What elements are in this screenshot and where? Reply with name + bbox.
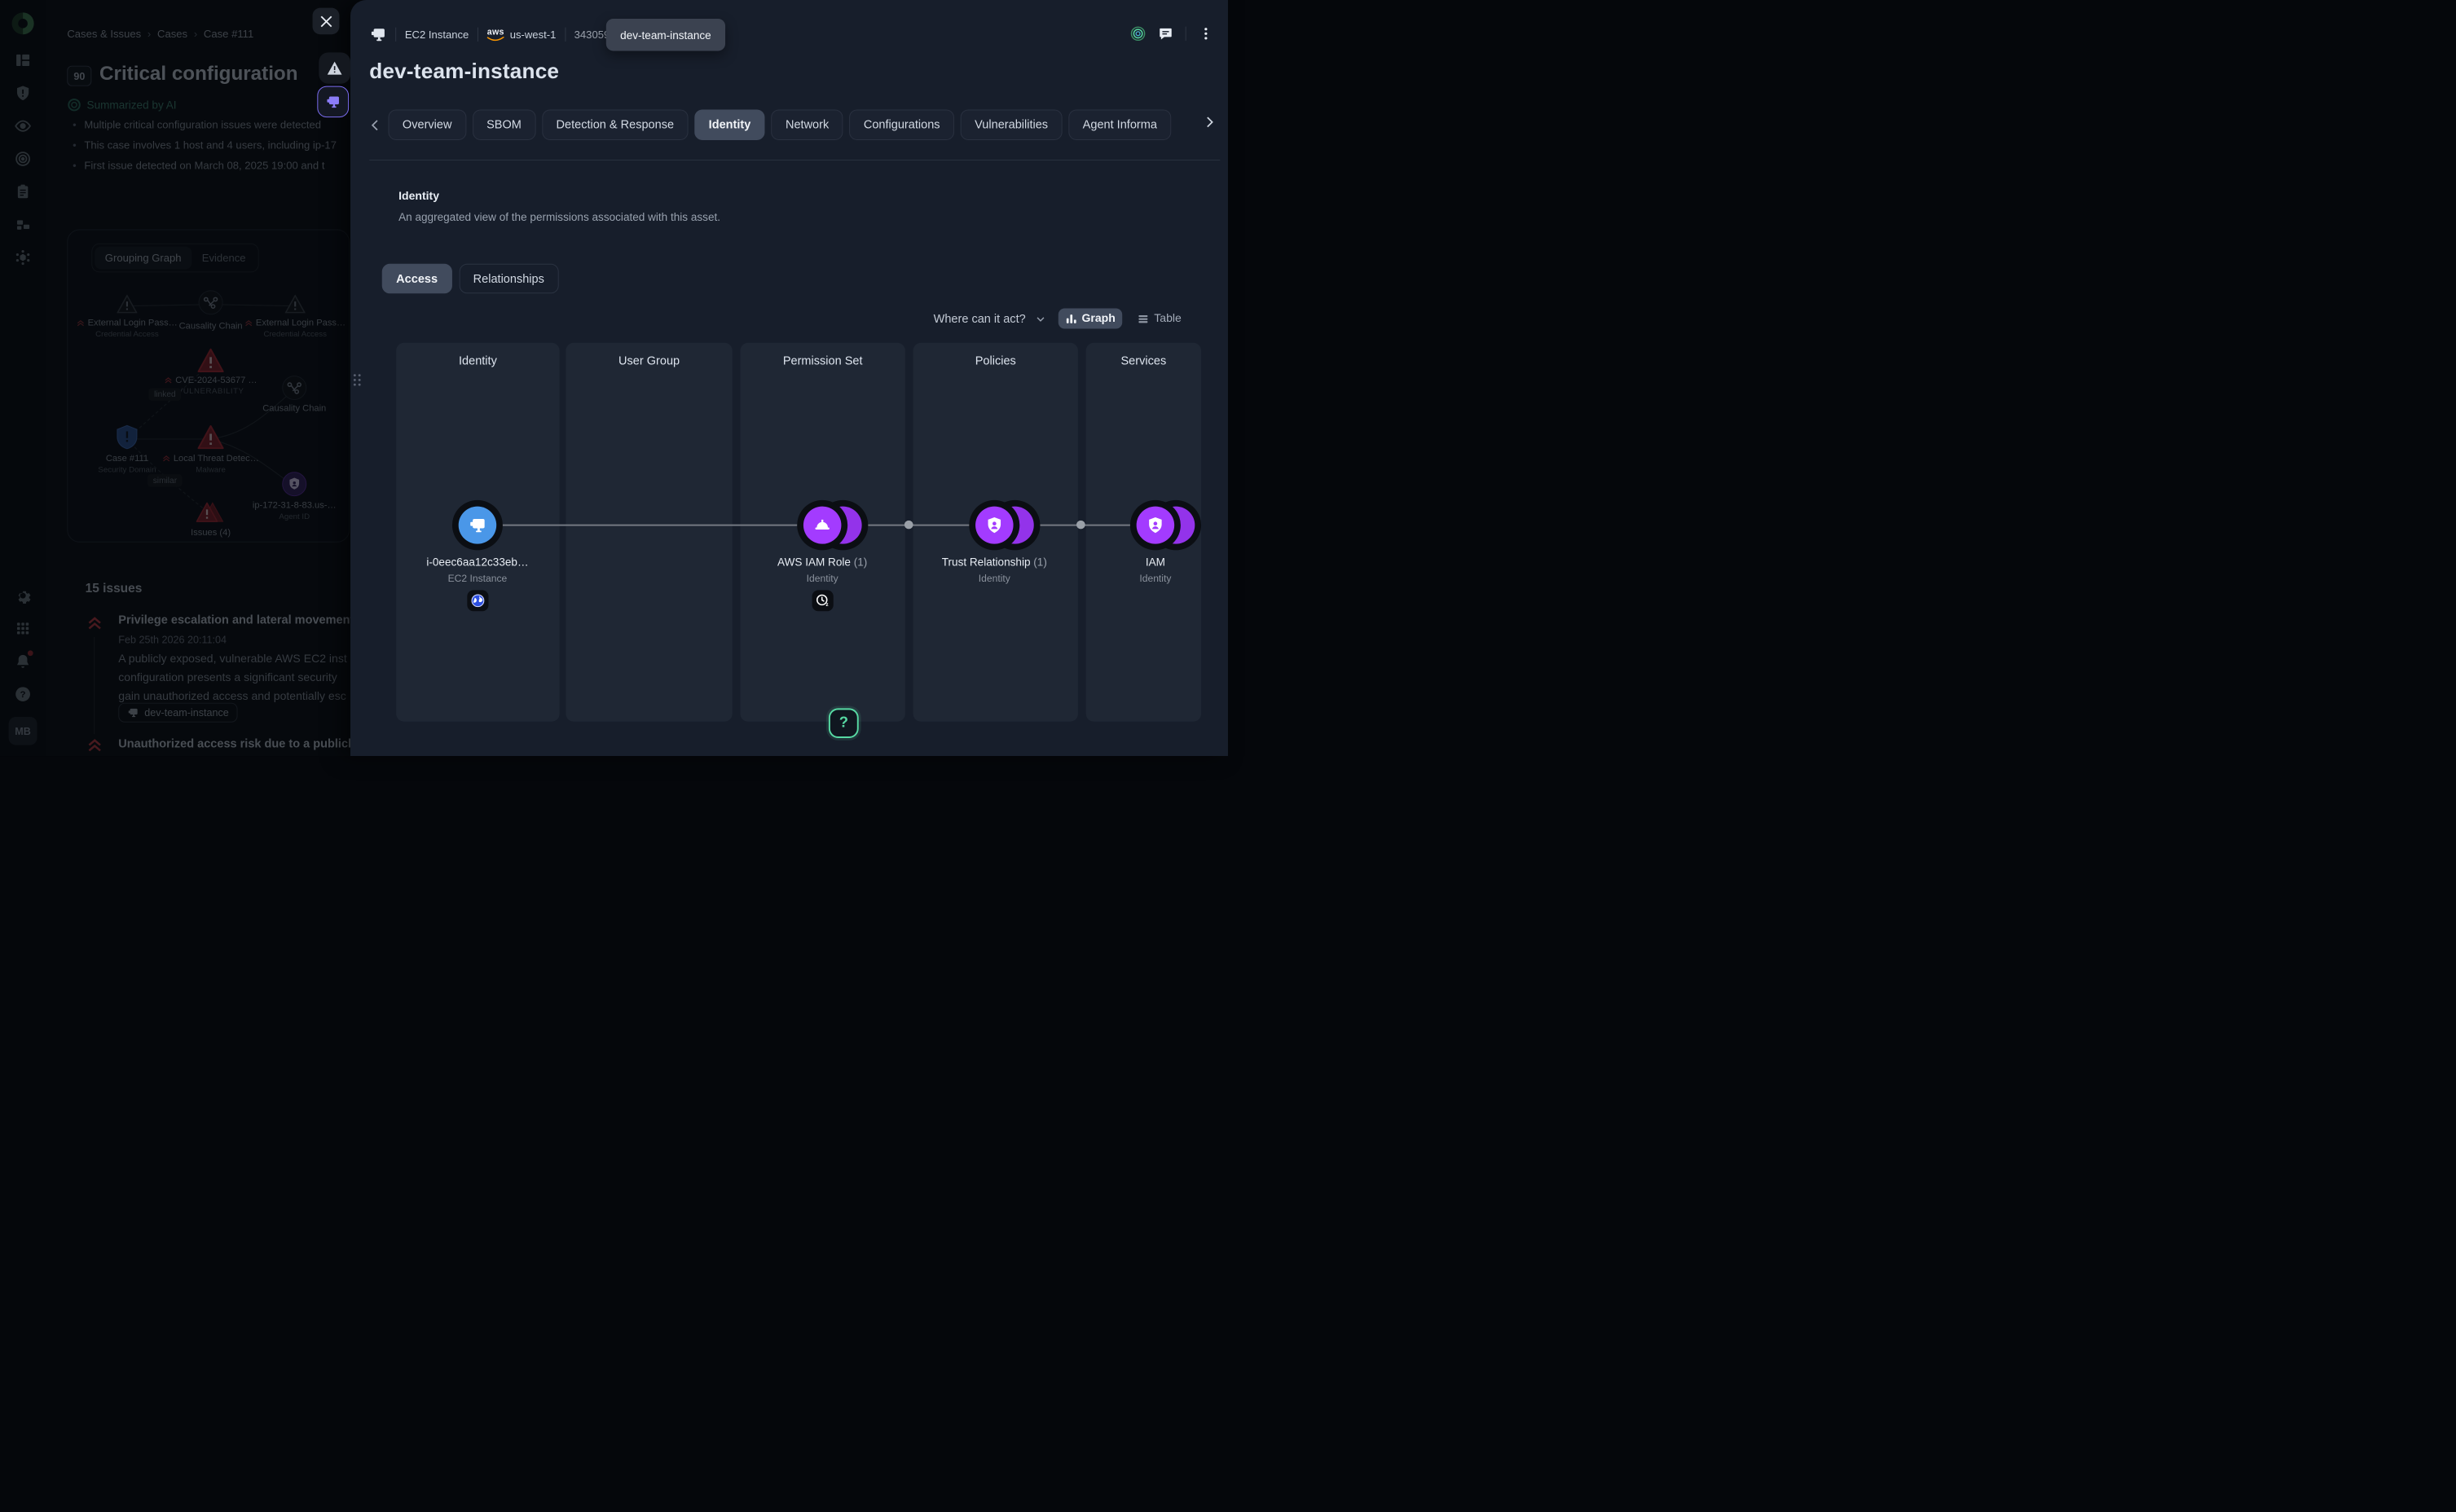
relationships-button[interactable]: Relationships [459, 264, 558, 294]
connector-dot [904, 521, 913, 530]
access-button[interactable]: Access [382, 264, 452, 294]
mode-toggle: Access Relationships [382, 264, 559, 294]
aws-logo-icon: aws [487, 28, 504, 41]
graph-view-button[interactable]: Graph [1058, 309, 1122, 329]
tab-agent-information[interactable]: Agent Informa [1068, 109, 1171, 139]
tab-sbom[interactable]: SBOM [473, 109, 536, 139]
screen: ? MB Cases & Issues › Cases › Case #111 … [0, 0, 1228, 756]
asset-detail-panel: EC2 Instance aws us-west-1 343059098 dev… [350, 0, 1228, 756]
ec2-monitor-icon [369, 26, 386, 43]
help-button[interactable]: ? [829, 708, 859, 738]
panel-header: EC2 Instance aws us-west-1 343059098 [369, 26, 627, 43]
tab-network[interactable]: Network [772, 109, 843, 139]
section-description: An aggregated view of the permissions as… [398, 210, 720, 222]
asset-title: dev-team-instance [369, 59, 559, 84]
panel-actions [1130, 26, 1214, 42]
act-filter-dropdown[interactable]: Where can it act? [934, 312, 1045, 325]
section-heading: Identity [398, 190, 439, 202]
column-user-group: User Group [566, 343, 732, 722]
node-label: AWS IAM Role [777, 556, 851, 568]
close-panel-button[interactable] [313, 8, 340, 35]
tabs-prev-icon[interactable] [369, 119, 381, 131]
tab-identity[interactable]: Identity [694, 109, 765, 139]
temporary-credentials-badge[interactable]: z [812, 590, 834, 611]
asset-type: EC2 Instance [405, 29, 469, 40]
asset-name-tooltip: dev-team-instance [606, 19, 725, 51]
svg-text:z: z [825, 602, 828, 608]
tab-configurations[interactable]: Configurations [849, 109, 954, 139]
table-view-button[interactable]: Table [1130, 309, 1188, 329]
tabs-next-icon[interactable] [1203, 116, 1215, 128]
node-label: Trust Relationship [942, 556, 1031, 568]
chevron-down-icon [1035, 314, 1045, 323]
kebab-menu-icon[interactable] [1198, 26, 1213, 42]
region: us-west-1 [510, 29, 557, 40]
node-label: i-0eec6aa12c33eb… [426, 556, 528, 568]
node-label: IAM [1139, 556, 1171, 568]
scan-radar-icon[interactable] [1130, 26, 1146, 42]
comments-icon[interactable] [1158, 26, 1173, 42]
graph-controls: Where can it act? Graph Table [934, 309, 1189, 329]
tab-strip: Overview SBOM Detection & Response Ident… [369, 109, 1193, 139]
table-list-icon [1138, 313, 1150, 324]
asset-side-tab-active[interactable] [317, 86, 349, 117]
connector-dot [1076, 521, 1085, 530]
alerts-side-tab[interactable] [319, 52, 350, 83]
tab-vulnerabilities[interactable]: Vulnerabilities [961, 109, 1063, 139]
internet-exposed-badge[interactable] [467, 590, 488, 611]
access-graph: Identity User Group Permission Set Polic… [350, 343, 1228, 722]
tab-detection-response[interactable]: Detection & Response [542, 109, 688, 139]
tab-overview[interactable]: Overview [389, 109, 466, 139]
bar-chart-icon [1065, 313, 1077, 324]
